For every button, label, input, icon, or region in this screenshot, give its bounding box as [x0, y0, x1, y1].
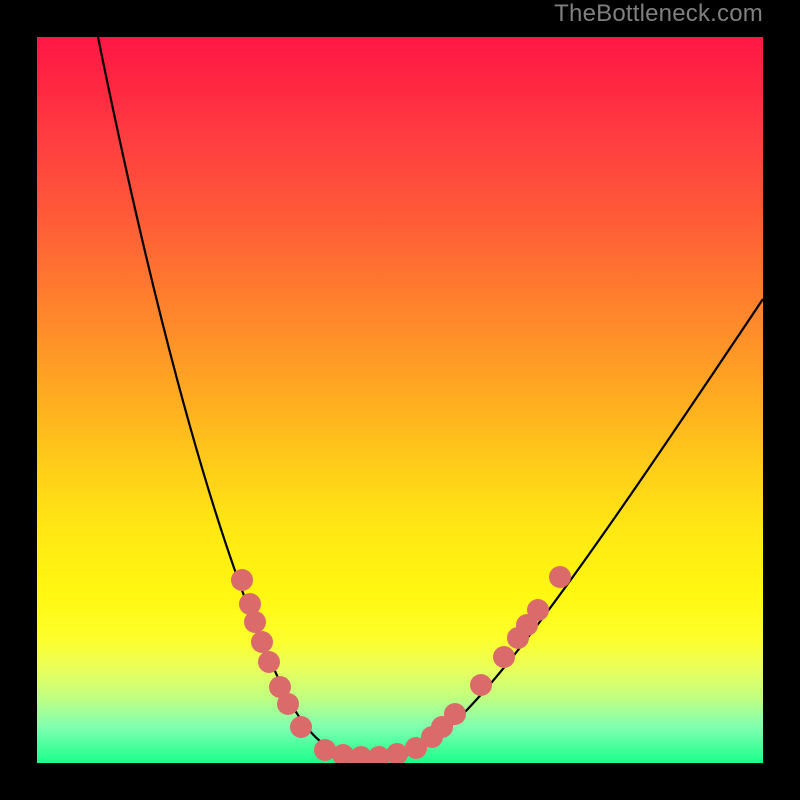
data-marker — [290, 716, 312, 738]
chart-plot-area — [37, 37, 763, 763]
data-marker — [444, 703, 466, 725]
data-marker — [470, 674, 492, 696]
marker-group — [231, 566, 571, 763]
bottleneck-curve — [98, 37, 763, 757]
data-marker — [549, 566, 571, 588]
watermark-text: TheBottleneck.com — [554, 0, 763, 28]
bottleneck-curve-svg — [37, 37, 763, 763]
data-marker — [493, 646, 515, 668]
data-marker — [244, 611, 266, 633]
data-marker — [386, 743, 408, 763]
data-marker — [277, 693, 299, 715]
data-marker — [251, 631, 273, 653]
data-marker — [231, 569, 253, 591]
data-marker — [258, 651, 280, 673]
data-marker — [527, 599, 549, 621]
